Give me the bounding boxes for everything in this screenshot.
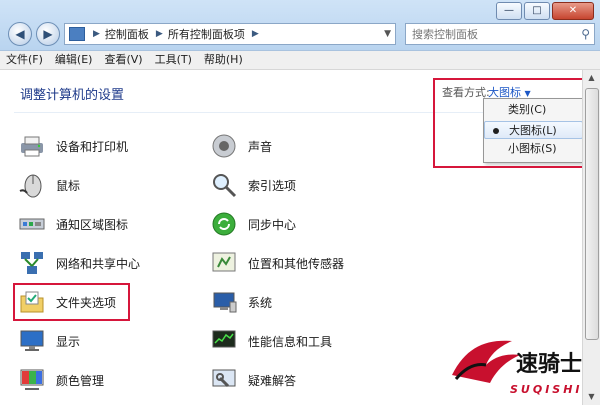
- item-label[interactable]: 疑难解答: [248, 372, 296, 389]
- breadcrumb-separator[interactable]: ▶: [156, 29, 163, 39]
- notification-area-icon: [18, 210, 46, 238]
- menu-bar: 文件(F) 编辑(E) 查看(V) 工具(T) 帮助(H): [0, 51, 600, 70]
- breadcrumb-separator[interactable]: ▶: [93, 29, 100, 39]
- index-search-icon: [210, 171, 238, 199]
- color-management-icon: [18, 366, 46, 394]
- system-icon: [210, 288, 238, 316]
- window-controls: — □ ✕: [496, 2, 594, 20]
- item-sync-center[interactable]: 同步中心: [210, 210, 296, 238]
- item-label[interactable]: 通知区域图标: [56, 216, 128, 233]
- item-network-sharing[interactable]: 网络和共享中心: [18, 249, 140, 277]
- search-input[interactable]: [410, 26, 574, 42]
- watermark-logo: 速骑士 SUQISHI: [446, 327, 596, 403]
- search-box[interactable]: ⚲: [405, 23, 595, 45]
- highlight-folder-options: [13, 283, 130, 321]
- mouse-icon: [18, 171, 46, 199]
- close-button[interactable]: ✕: [552, 2, 594, 20]
- item-color-management[interactable]: 颜色管理: [18, 366, 104, 394]
- breadcrumb-control-panel[interactable]: 控制面板: [105, 26, 149, 42]
- item-label[interactable]: 系统: [248, 294, 272, 311]
- control-panel-icon: [69, 27, 85, 41]
- item-system[interactable]: 系统: [210, 288, 272, 316]
- speaker-icon: [210, 132, 238, 160]
- network-icon: [18, 249, 46, 277]
- sensor-icon: [210, 249, 238, 277]
- watermark-subtext: SUQISHI: [510, 383, 583, 396]
- item-mouse[interactable]: 鼠标: [18, 171, 80, 199]
- item-label[interactable]: 颜色管理: [56, 372, 104, 389]
- item-display[interactable]: 显示: [18, 327, 80, 355]
- performance-icon: [210, 327, 238, 355]
- menu-file[interactable]: 文件(F): [0, 51, 49, 69]
- item-label[interactable]: 显示: [56, 333, 80, 350]
- menu-view[interactable]: 查看(V): [98, 51, 148, 69]
- highlight-view-menu: [433, 78, 593, 168]
- address-dropdown-icon[interactable]: ▼: [380, 29, 395, 39]
- troubleshooting-icon: [210, 366, 238, 394]
- page-title: 调整计算机的设置: [20, 88, 125, 103]
- printer-icon: [18, 132, 46, 160]
- item-label[interactable]: 设备和打印机: [56, 138, 128, 155]
- item-label[interactable]: 声音: [248, 138, 272, 155]
- sync-center-icon: [210, 210, 238, 238]
- menu-edit[interactable]: 编辑(E): [49, 51, 99, 69]
- nav-buttons: ◀ ▶: [8, 22, 60, 46]
- item-devices-printers[interactable]: 设备和打印机: [18, 132, 128, 160]
- item-indexing-options[interactable]: 索引选项: [210, 171, 296, 199]
- item-label[interactable]: 性能信息和工具: [248, 333, 332, 350]
- scroll-thumb[interactable]: [585, 88, 599, 340]
- item-label[interactable]: 网络和共享中心: [56, 255, 140, 272]
- item-label[interactable]: 同步中心: [248, 216, 296, 233]
- watermark-text: 速骑士: [516, 351, 582, 377]
- breadcrumb-separator[interactable]: ▶: [252, 29, 259, 39]
- address-bar[interactable]: ▶ 控制面板 ▶ 所有控制面板项 ▶ ▼: [64, 23, 396, 45]
- display-icon: [18, 327, 46, 355]
- menu-tools[interactable]: 工具(T): [149, 51, 198, 69]
- item-label[interactable]: 鼠标: [56, 177, 80, 194]
- item-label[interactable]: 位置和其他传感器: [248, 255, 344, 272]
- search-icon[interactable]: ⚲: [581, 27, 590, 41]
- menu-help[interactable]: 帮助(H): [198, 51, 249, 69]
- item-troubleshooting[interactable]: 疑难解答: [210, 366, 296, 394]
- item-label[interactable]: 索引选项: [248, 177, 296, 194]
- item-location-sensors[interactable]: 位置和其他传感器: [210, 249, 344, 277]
- forward-button[interactable]: ▶: [36, 22, 60, 46]
- maximize-button[interactable]: □: [524, 2, 550, 20]
- item-notification-area[interactable]: 通知区域图标: [18, 210, 128, 238]
- scroll-up-button[interactable]: ▲: [583, 70, 600, 86]
- item-performance[interactable]: 性能信息和工具: [210, 327, 332, 355]
- back-button[interactable]: ◀: [8, 22, 32, 46]
- minimize-button[interactable]: —: [496, 2, 522, 20]
- window-chrome: — □ ✕ ◀ ▶ ▶ 控制面板 ▶ 所有控制面板项 ▶ ▼ ⚲: [0, 0, 600, 51]
- breadcrumb-all-items[interactable]: 所有控制面板项: [168, 26, 245, 42]
- item-sound[interactable]: 声音: [210, 132, 272, 160]
